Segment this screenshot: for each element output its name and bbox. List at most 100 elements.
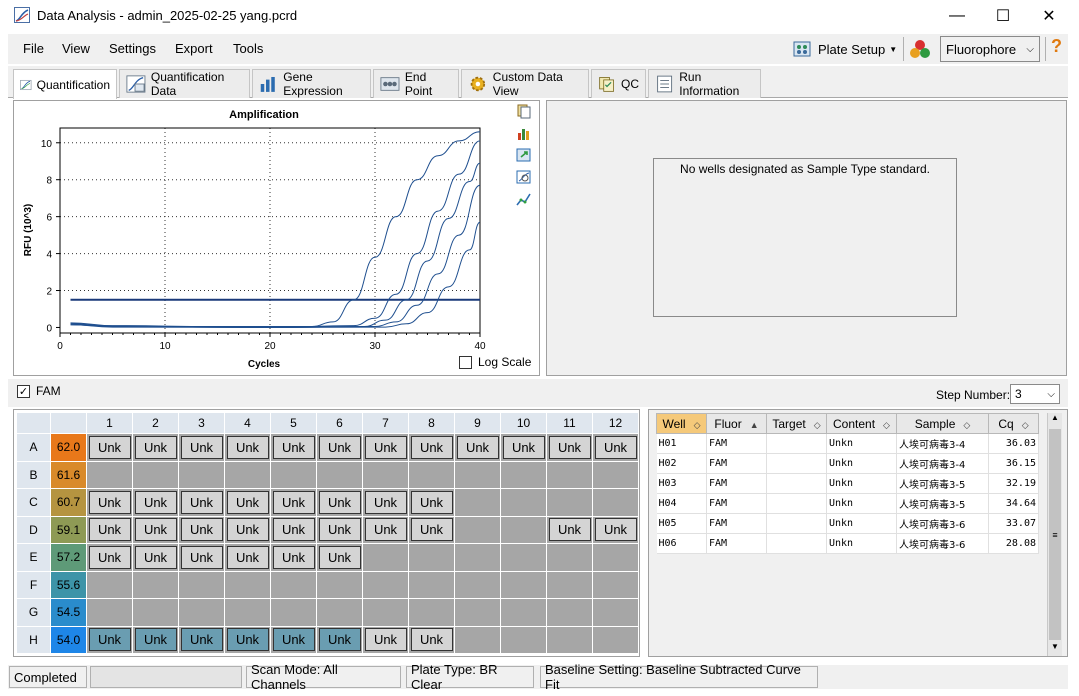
plate-well[interactable] — [178, 598, 225, 627]
plate-row-header[interactable]: D — [16, 515, 51, 544]
plate-col-header[interactable]: 12 — [592, 412, 639, 434]
amplification-curve[interactable] — [70, 184, 481, 328]
plate-well[interactable]: Unk — [224, 543, 271, 572]
plate-well[interactable]: Unk — [316, 515, 363, 544]
amplification-curve[interactable] — [70, 131, 481, 328]
plate-well[interactable] — [454, 515, 501, 544]
menu-settings[interactable]: Settings — [109, 41, 156, 56]
tab-custom-data-view[interactable]: Custom Data View — [461, 69, 589, 98]
plate-well[interactable] — [270, 598, 317, 627]
step-number-select[interactable]: 3 ⌵ — [1010, 384, 1060, 404]
scrollbar[interactable]: ▲ ≡ ▼ — [1047, 413, 1062, 656]
plate-well[interactable]: Unk — [132, 625, 179, 654]
plate-well[interactable]: Unk — [224, 625, 271, 654]
plate-col-header[interactable]: 4 — [224, 412, 271, 434]
menu-view[interactable]: View — [62, 41, 90, 56]
plate-well[interactable] — [592, 570, 639, 599]
plate-well[interactable]: Unk — [316, 488, 363, 517]
plate-row-header[interactable]: B — [16, 460, 51, 489]
menu-export[interactable]: Export — [175, 41, 213, 56]
column-header[interactable]: Cq ◇ — [988, 413, 1039, 434]
tab-quantification-data[interactable]: Quantification Data — [119, 69, 250, 98]
tab-run-information[interactable]: Run Information — [648, 69, 761, 98]
plate-col-header[interactable]: 2 — [132, 412, 179, 434]
plate-well[interactable] — [592, 460, 639, 489]
plate-col-header[interactable]: 10 — [500, 412, 547, 434]
plate-well[interactable] — [500, 515, 547, 544]
plate-col-header[interactable]: 7 — [362, 412, 409, 434]
plate-well[interactable] — [454, 543, 501, 572]
plate-well[interactable] — [592, 625, 639, 654]
menu-tools[interactable]: Tools — [233, 41, 263, 56]
plate-well[interactable] — [546, 488, 593, 517]
plate-well[interactable] — [362, 570, 409, 599]
plate-well[interactable]: Unk — [592, 515, 639, 544]
plate-well[interactable]: Unk — [178, 625, 225, 654]
close-button[interactable]: ✕ — [1026, 0, 1072, 32]
fluorophore-icon[interactable] — [907, 37, 933, 61]
plate-row-header[interactable]: E — [16, 543, 51, 572]
plate-well[interactable]: Unk — [362, 433, 409, 462]
plate-well[interactable]: Unk — [224, 515, 271, 544]
plate-well[interactable] — [592, 543, 639, 572]
plate-row-header[interactable]: C — [16, 488, 51, 517]
plate-setup-button[interactable]: Plate Setup ▼ — [792, 37, 897, 61]
column-header[interactable]: Well ◇ — [656, 413, 707, 434]
zoom-chart-icon[interactable] — [516, 169, 532, 185]
plate-well[interactable] — [316, 570, 363, 599]
plate-well[interactable] — [270, 460, 317, 489]
plate-well[interactable]: Unk — [408, 433, 455, 462]
plate-well[interactable]: Unk — [178, 543, 225, 572]
column-header[interactable]: Fluor ▲ — [706, 413, 767, 434]
plate-well[interactable] — [316, 460, 363, 489]
plate-well[interactable]: Unk — [132, 515, 179, 544]
plate-well[interactable] — [546, 543, 593, 572]
plate-well[interactable] — [408, 570, 455, 599]
plate-well[interactable]: Unk — [362, 625, 409, 654]
plate-well[interactable]: Unk — [132, 433, 179, 462]
plate-well[interactable] — [362, 598, 409, 627]
column-header[interactable]: Content ◇ — [826, 413, 897, 434]
plate-well[interactable]: Unk — [408, 488, 455, 517]
plate-well[interactable] — [592, 598, 639, 627]
tab-quantification[interactable]: Quantification — [13, 69, 117, 99]
plate-well[interactable] — [546, 598, 593, 627]
table-row[interactable]: H04 FAM Unkn 人埃可病毒3-5 34.64 — [656, 493, 1039, 514]
plate-well[interactable] — [86, 460, 133, 489]
plate-well[interactable] — [132, 460, 179, 489]
table-row[interactable]: H01 FAM Unkn 人埃可病毒3-4 36.03 — [656, 433, 1039, 454]
column-header[interactable]: Target ◇ — [766, 413, 827, 434]
plate-well[interactable]: Unk — [454, 433, 501, 462]
plate-well[interactable]: Unk — [86, 515, 133, 544]
plate-well[interactable]: Unk — [408, 625, 455, 654]
amplification-curve[interactable] — [70, 162, 481, 328]
plate-well[interactable] — [500, 543, 547, 572]
table-row[interactable]: H06 FAM Unkn 人埃可病毒3-6 28.08 — [656, 533, 1039, 554]
scroll-down-icon[interactable]: ▼ — [1048, 642, 1062, 656]
plate-well[interactable] — [408, 460, 455, 489]
plate-well[interactable]: Unk — [362, 515, 409, 544]
table-row[interactable]: H03 FAM Unkn 人埃可病毒3-5 32.19 — [656, 473, 1039, 494]
plate-well[interactable] — [132, 570, 179, 599]
tab-end-point[interactable]: End Point — [373, 69, 459, 98]
plate-row-header[interactable]: F — [16, 570, 51, 599]
column-header[interactable]: Sample ◇ — [896, 413, 989, 434]
plate-well[interactable] — [224, 598, 271, 627]
plate-well[interactable]: Unk — [362, 488, 409, 517]
plate-well[interactable] — [500, 488, 547, 517]
plate-well[interactable]: Unk — [500, 433, 547, 462]
plate-well[interactable] — [408, 543, 455, 572]
plate-well[interactable] — [454, 460, 501, 489]
plate-well[interactable]: Unk — [546, 515, 593, 544]
plate-well[interactable] — [270, 570, 317, 599]
plate-well[interactable] — [316, 598, 363, 627]
amplification-chart[interactable]: Amplification 0 10 20 30 40 0 2 4 6 8 10 Cycles RF… — [14, 101, 514, 375]
plate-well[interactable]: Unk — [270, 543, 317, 572]
plate-col-header[interactable]: 11 — [546, 412, 593, 434]
plate-well[interactable]: Unk — [132, 488, 179, 517]
plate-well[interactable] — [178, 570, 225, 599]
plate-well[interactable]: Unk — [592, 433, 639, 462]
plate-well[interactable] — [546, 625, 593, 654]
plate-well[interactable]: Unk — [86, 488, 133, 517]
log-scale-checkbox[interactable] — [459, 355, 472, 369]
